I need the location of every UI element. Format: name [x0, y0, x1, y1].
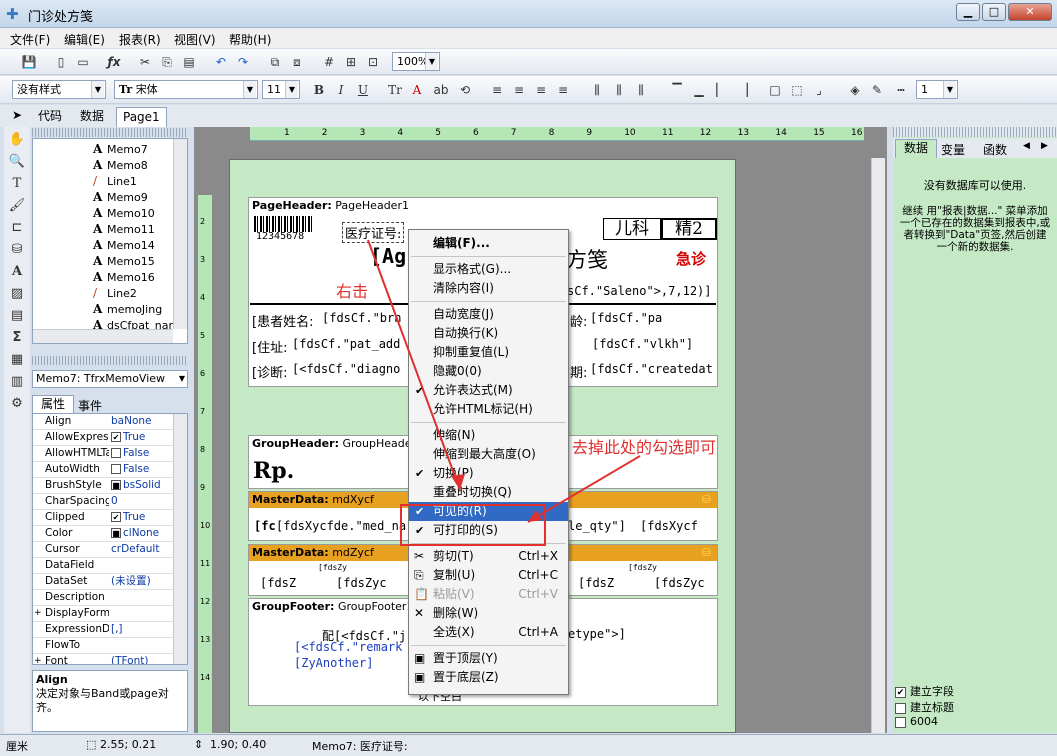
arrow-uncheck: [527, 455, 641, 523]
no-database-msg: 没有数据库可以使用.: [923, 179, 1027, 192]
help-msg: 继续 用"报表|数据..." 菜单添加一个已存在的数据集到报表中,或者转换到"D…: [899, 205, 1051, 253]
right-panel-grip[interactable]: [893, 127, 1057, 137]
tab-scroll-right-icon[interactable]: ▶: [1041, 141, 1048, 151]
checkbox[interactable]: [895, 716, 906, 728]
position-icon: ⬚: [86, 738, 97, 751]
rp-option-label: 6004: [910, 715, 938, 728]
checkbox[interactable]: ✔: [895, 686, 906, 698]
checkbox[interactable]: [895, 702, 906, 714]
arrow-right-click: [367, 239, 461, 491]
rp-option[interactable]: 6004: [895, 715, 1045, 728]
size-status: 1.90; 0.40: [210, 738, 267, 751]
tab-rp-data[interactable]: 数据: [895, 139, 937, 158]
right-panel-tabs: 数据 变量 函数 ◀ ▶: [893, 138, 1057, 158]
rp-option[interactable]: ✔ 建立字段: [895, 683, 1045, 699]
arrow-head-1: [451, 474, 465, 490]
rp-option-label: 建立标题: [910, 701, 954, 714]
tab-scroll-left-icon[interactable]: ◀: [1023, 141, 1030, 151]
tab-rp-variables[interactable]: 变量: [941, 141, 965, 158]
data-tree-panel: 数据 变量 函数 ◀ ▶ 没有数据库可以使用. 继续 用"报表|数据..." 菜…: [893, 127, 1057, 733]
unit-status[interactable]: 厘米: [6, 738, 28, 754]
rp-option-label: 建立字段: [910, 685, 954, 698]
rp-option[interactable]: 建立标题: [895, 699, 1045, 715]
size-icon: ⇕: [194, 738, 204, 751]
object-status: Memo7: 医疗证号:: [312, 740, 408, 753]
status-bar: 厘米 ⬚ 2.55; 0.21 ⇕ 1.90; 0.40 Memo7: 医疗证号…: [0, 734, 1057, 756]
tab-rp-functions[interactable]: 函数: [983, 141, 1007, 158]
position-status: 2.55; 0.21: [100, 738, 157, 751]
